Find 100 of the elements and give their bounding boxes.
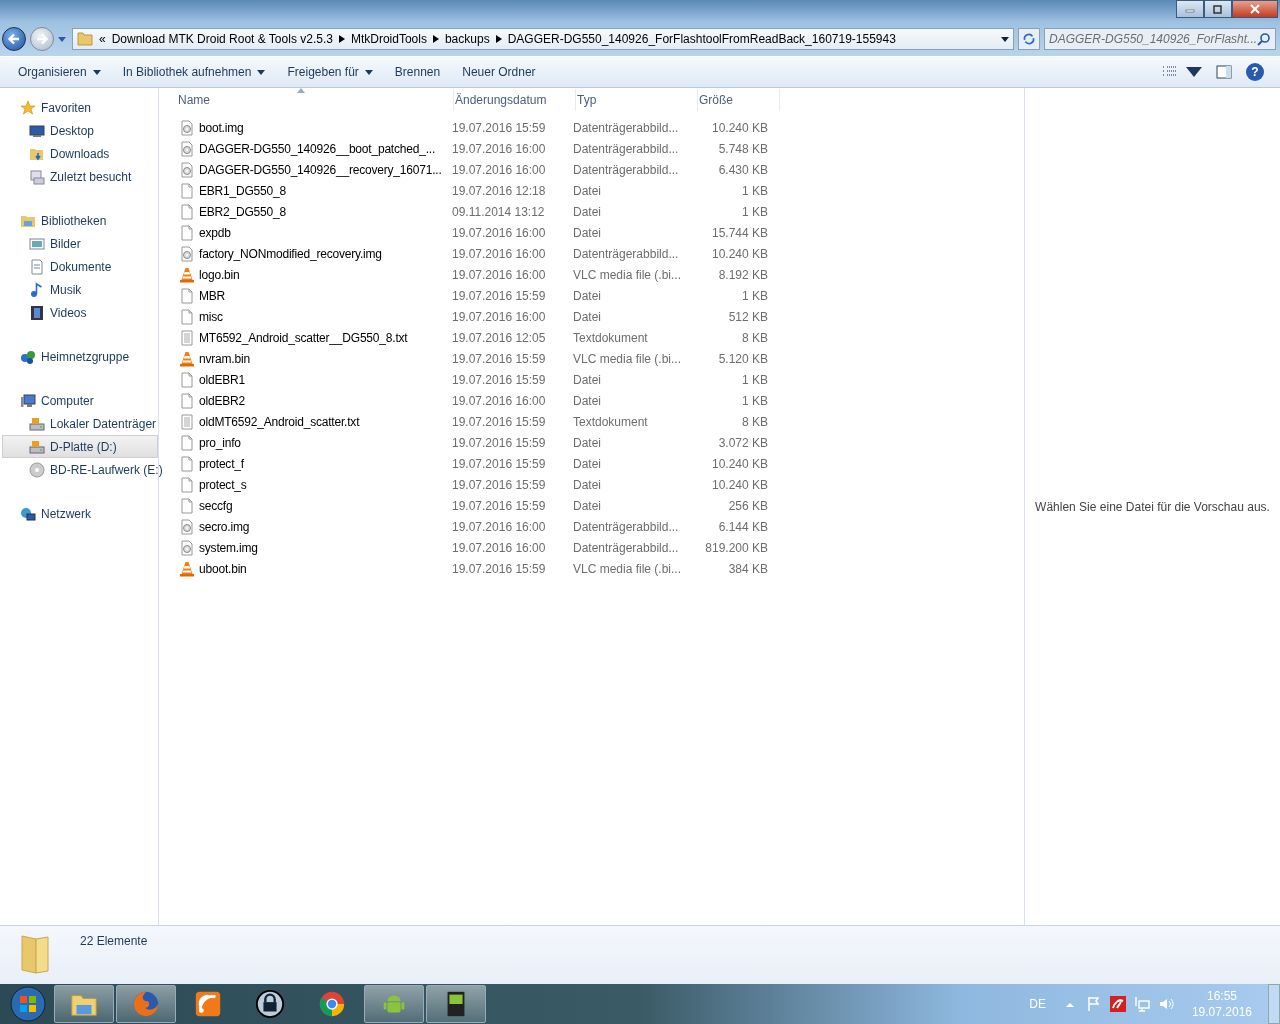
size-cell-text: 1 KB xyxy=(741,183,768,198)
nav-item[interactable]: Favoriten xyxy=(0,96,158,119)
blank-file-icon xyxy=(179,224,195,241)
nav-item[interactable]: Bilder xyxy=(0,232,158,255)
nav-item[interactable]: Bibliotheken xyxy=(0,209,158,232)
date-cell-text: 19.07.2016 16:00 xyxy=(451,267,547,282)
maximize-button[interactable] xyxy=(1204,0,1232,18)
nav-item[interactable]: Heimnetzgruppe xyxy=(0,345,158,368)
breadcrumb[interactable]: DAGGER-DG550_140926_ForFlashtoolFromReadBack_160719-155943 xyxy=(507,32,896,46)
chrome-circle-icon[interactable] xyxy=(317,989,347,1019)
nav-item[interactable]: Desktop xyxy=(0,119,158,142)
recent-places-icon xyxy=(29,168,45,185)
file-name[interactable]: MT6592_Android_scatter__DG550_8.txt xyxy=(199,330,408,345)
nav-item[interactable]: D-Platte (D:) xyxy=(2,435,158,458)
file-name[interactable]: boot.img xyxy=(199,120,244,135)
minimize-button[interactable] xyxy=(1176,0,1204,18)
back-button[interactable] xyxy=(2,27,26,51)
refresh-button[interactable] xyxy=(1018,28,1040,50)
toolbar-button[interactable]: Neuer Ordner xyxy=(452,61,546,83)
file-name[interactable]: system.img xyxy=(199,540,258,555)
toolbar-button[interactable]: Organisieren xyxy=(8,61,111,83)
nav-label: D-Platte (D:) xyxy=(50,439,117,454)
nav-item[interactable]: Musik xyxy=(0,278,158,301)
file-name[interactable]: pro_info xyxy=(199,435,241,450)
file-name[interactable]: protect_s xyxy=(199,477,247,492)
type-cell-text: VLC media file (.bi... xyxy=(572,351,683,366)
address-bar[interactable]: « Download MTK Droid Root & Tools v2.5.3 MtkDroidTools backups DAGGER-DG550_140926_ForFlashtoolFromReadBack_160719-155943 xyxy=(72,28,1014,50)
blank-file-icon xyxy=(179,287,195,304)
file-name[interactable]: nvram.bin xyxy=(199,351,250,366)
file-name[interactable]: secro.img xyxy=(199,519,250,534)
date-cell-text: 19.07.2016 16:00 xyxy=(451,141,547,156)
breadcrumb[interactable]: Download MTK Droid Root & Tools v2.5.3 xyxy=(111,32,333,46)
file-name[interactable]: uboot.bin xyxy=(199,561,247,576)
traffic-cone-icon xyxy=(179,560,195,577)
nav-item[interactable]: Zuletzt besucht xyxy=(0,165,158,188)
date-cell-text: 19.07.2016 15:59 xyxy=(451,351,547,366)
clock-date: 19.07.2016 xyxy=(1191,1004,1252,1020)
chevron-right-icon xyxy=(495,35,502,43)
feed-icon[interactable] xyxy=(193,989,223,1019)
file-name[interactable]: misc xyxy=(199,309,223,324)
padlock-icon[interactable] xyxy=(255,989,285,1019)
toolbar-button[interactable]: Brennen xyxy=(384,61,451,83)
close-button[interactable] xyxy=(1232,0,1278,18)
arrow-right-icon xyxy=(35,32,49,46)
toolbar-button[interactable]: In Bibliothek aufnehmen xyxy=(112,61,276,83)
breadcrumb[interactable]: backups xyxy=(444,32,490,46)
breadcrumb[interactable]: MtkDroidTools xyxy=(350,32,427,46)
nav-label: Dokumente xyxy=(50,259,112,274)
caret-icon xyxy=(364,69,373,75)
file-name[interactable]: EBR1_DG550_8 xyxy=(199,183,286,198)
caret-icon xyxy=(257,69,266,75)
taskbar-app[interactable] xyxy=(426,985,486,1023)
nav-item[interactable]: Lokaler Datenträger xyxy=(0,412,158,435)
preview-message: Wählen Sie eine Datei für die Vorschau aus. xyxy=(1035,499,1270,514)
blank-file-icon xyxy=(179,497,195,514)
column-header[interactable]: Typ xyxy=(576,89,698,111)
nav-item[interactable]: Dokumente xyxy=(0,255,158,278)
type-cell-text: Datei xyxy=(572,393,602,408)
date-cell-text: 19.07.2016 12:05 xyxy=(451,330,547,345)
file-name[interactable]: seccfg xyxy=(199,498,233,513)
nav-item[interactable]: Videos xyxy=(0,301,158,324)
size-cell-text: 10.240 KB xyxy=(710,246,768,261)
blank-file-icon xyxy=(179,434,195,451)
disc-image-icon xyxy=(179,518,195,535)
toolbar-button[interactable]: Freigeben für xyxy=(277,61,383,83)
file-name[interactable]: protect_f xyxy=(199,456,244,471)
size-cell-text: 1 KB xyxy=(741,372,768,387)
date-cell-text: 09.11.2014 13:12 xyxy=(451,204,546,219)
file-name[interactable]: oldMT6592_Android_scatter.txt xyxy=(199,414,360,429)
search-field[interactable]: DAGGER-DG550_140926_ForFlasht... xyxy=(1044,28,1276,50)
blank-file-icon xyxy=(179,455,195,472)
file-name[interactable]: DAGGER-DG550_140926__recovery_16071... xyxy=(199,162,442,177)
size-cell-text: 10.240 KB xyxy=(710,477,768,492)
size-cell-text: 512 KB xyxy=(727,309,768,324)
item-count: 22 Elemente xyxy=(80,933,148,948)
column-header[interactable]: Größe xyxy=(698,89,780,111)
file-name[interactable]: factory_NONmodified_recovery.img xyxy=(199,246,382,261)
overflow-chevron[interactable]: « xyxy=(99,32,106,46)
film-strip-icon xyxy=(29,304,45,321)
caret-icon xyxy=(1001,36,1009,42)
size-cell-text: 8 KB xyxy=(741,330,768,345)
file-name[interactable]: logo.bin xyxy=(199,267,240,282)
nav-label: Lokaler Datenträger xyxy=(50,416,157,431)
file-name[interactable]: MBR xyxy=(199,288,226,303)
nav-item[interactable]: Downloads xyxy=(0,142,158,165)
help-button[interactable]: ? xyxy=(1240,60,1270,84)
music-note-icon xyxy=(29,281,45,298)
arrow-left-icon xyxy=(7,32,21,46)
column-header[interactable]: Name xyxy=(177,89,454,111)
file-name[interactable]: EBR2_DG550_8 xyxy=(199,204,286,219)
search-icon xyxy=(1257,32,1271,46)
file-name[interactable]: expdb xyxy=(199,225,231,240)
blank-file-icon xyxy=(179,392,195,409)
file-name[interactable]: DAGGER-DG550_140926__boot_patched_... xyxy=(199,141,436,156)
disc-image-icon xyxy=(179,161,195,178)
nav-item[interactable]: Computer xyxy=(0,389,158,412)
nav-item[interactable]: Netzwerk xyxy=(0,502,158,525)
column-header[interactable]: Änderungsdatum xyxy=(454,89,576,111)
file-name[interactable]: oldEBR1 xyxy=(199,372,245,387)
file-name[interactable]: oldEBR2 xyxy=(199,393,245,408)
